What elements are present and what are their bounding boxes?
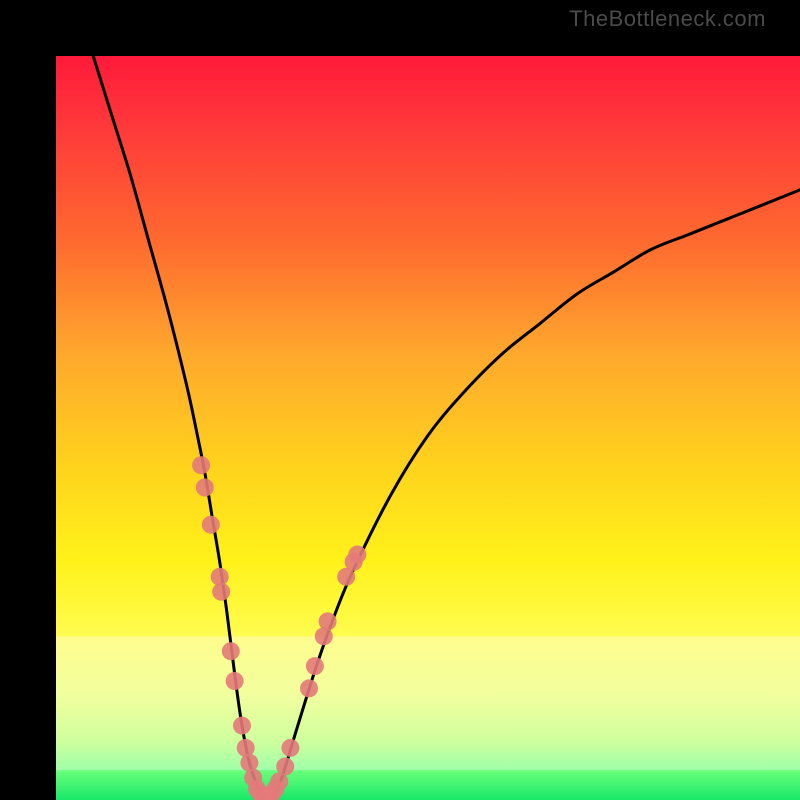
data-point — [281, 739, 299, 757]
data-point — [226, 672, 244, 690]
light-band — [56, 636, 800, 770]
chart-plot-area — [56, 56, 800, 800]
data-point — [222, 642, 240, 660]
data-point — [348, 546, 366, 564]
whitish-band — [56, 636, 800, 770]
data-point — [276, 758, 294, 776]
data-point — [306, 657, 324, 675]
data-point — [192, 456, 210, 474]
data-point — [202, 516, 220, 534]
data-point — [212, 583, 230, 601]
data-point — [233, 717, 251, 735]
data-point — [300, 679, 318, 697]
chart-frame — [0, 0, 800, 800]
data-point — [319, 612, 337, 630]
data-point — [196, 479, 214, 497]
watermark-text: TheBottleneck.com — [569, 6, 766, 32]
chart-svg — [56, 56, 800, 800]
